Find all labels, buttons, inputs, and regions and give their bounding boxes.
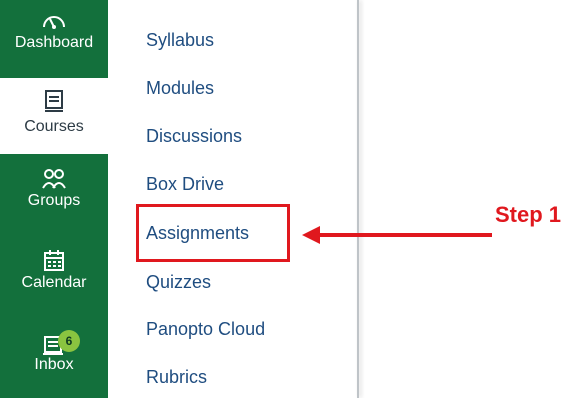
course-link-syllabus[interactable]: Syllabus (146, 30, 214, 51)
nav-item-inbox[interactable]: 6 Inbox (0, 330, 108, 392)
nav-label-inbox: Inbox (34, 356, 74, 373)
global-nav: Dashboard Courses Groups Calendar 6 Inbo… (0, 0, 108, 398)
course-link-quizzes[interactable]: Quizzes (146, 272, 211, 293)
nav-item-courses[interactable]: Courses (0, 78, 108, 154)
courses-icon (45, 90, 63, 112)
nav-item-dashboard[interactable]: Dashboard (0, 8, 108, 70)
calendar-icon (44, 250, 64, 271)
nav-label-groups: Groups (27, 192, 81, 209)
course-link-discussions[interactable]: Discussions (146, 126, 242, 147)
course-nav: Syllabus Modules Discussions Box Drive A… (108, 0, 358, 398)
course-link-panopto-cloud[interactable]: Panopto Cloud (146, 319, 265, 340)
nav-item-calendar[interactable]: Calendar (0, 248, 108, 310)
dashboard-icon (43, 16, 65, 29)
step-label: Step 1 (495, 202, 562, 227)
course-link-rubrics[interactable]: Rubrics (146, 367, 207, 388)
nav-label-calendar: Calendar (21, 274, 87, 291)
nav-label-courses: Courses (24, 118, 84, 135)
nav-item-groups[interactable]: Groups (0, 166, 108, 228)
groups-icon (42, 169, 66, 189)
course-link-box-drive[interactable]: Box Drive (146, 174, 224, 195)
arrow-left-icon (302, 226, 492, 244)
inbox-unread-badge: 6 (58, 330, 80, 352)
nav-label-dashboard: Dashboard (14, 34, 94, 51)
assignments-highlight-box (136, 204, 290, 262)
course-link-modules[interactable]: Modules (146, 78, 214, 99)
panel-divider (357, 0, 359, 398)
